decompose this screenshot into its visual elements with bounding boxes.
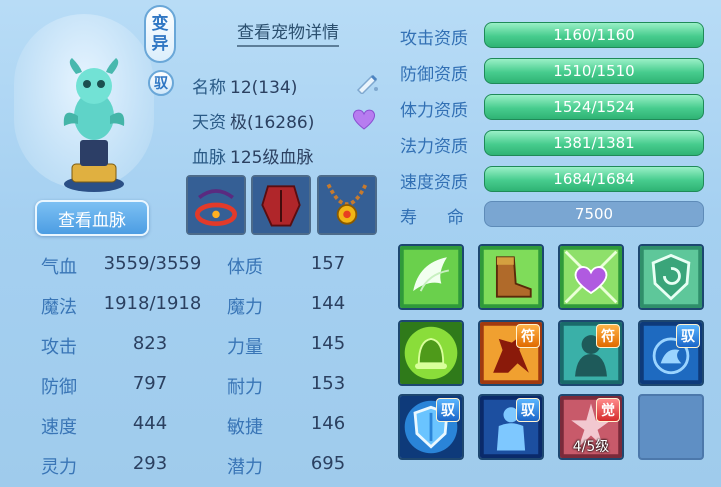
stat-label: 防御 (41, 377, 77, 398)
skill-badge: 驭 (436, 398, 460, 422)
skill-slot[interactable] (398, 320, 464, 386)
skill-slot[interactable]: 符 (478, 320, 544, 386)
skill-slot[interactable]: 驭 (478, 394, 544, 460)
stat-label: 灵力 (41, 457, 77, 478)
aptitude-bar: 1524/1524 (484, 94, 704, 120)
aptitude-bar: 1381/1381 (484, 130, 704, 156)
equip-slot-armor[interactable] (251, 175, 311, 235)
skill-slot[interactable] (478, 244, 544, 310)
empty-skill-slot[interactable] (638, 394, 704, 460)
skill-slot[interactable]: 驭 (638, 320, 704, 386)
bloodline-value: 125级血脉 (230, 148, 314, 168)
stat-value: 146 (310, 413, 346, 434)
necklace-icon (319, 177, 375, 233)
skill-badge: 驭 (676, 324, 700, 348)
bloodline-label: 血脉 (192, 148, 226, 168)
aptitude-label: 法力资质 (400, 137, 468, 157)
heart-icon (560, 246, 622, 308)
boot-icon (480, 246, 542, 308)
tame-tag: 驭 (148, 70, 174, 96)
equip-slot-necklace[interactable] (317, 175, 377, 235)
stat-value: 293 (132, 453, 168, 474)
stat-label: 速度 (41, 417, 77, 438)
heart-icon[interactable] (351, 107, 377, 131)
life-label-char: 命 (447, 208, 464, 228)
talent-row: 天资 极(16286) (192, 108, 314, 133)
stat-value: 823 (132, 333, 168, 354)
bloodline-row: 血脉 125级血脉 (192, 143, 313, 168)
skill-level: 4/5级 (572, 439, 610, 455)
stat-label: 魔力 (227, 297, 263, 318)
stat-label: 敏捷 (227, 417, 263, 438)
collar-icon (188, 177, 244, 233)
stat-value: 153 (310, 373, 346, 394)
skill-slot[interactable] (398, 244, 464, 310)
stat-label: 气血 (41, 257, 77, 278)
name-label: 名称 (192, 78, 226, 98)
view-pet-details-link[interactable]: 查看宠物详情 (237, 18, 339, 47)
wings-icon (400, 246, 462, 308)
pet-panel: 变 异 驭 查看血脉 查看宠物详情 名称 12(134) 天资 极(16286) 血… (0, 0, 721, 487)
aptitude-bar: 1160/1160 (484, 22, 704, 48)
skill-slot[interactable] (558, 244, 624, 310)
stat-value: 144 (310, 293, 346, 314)
aptitude-label: 攻击资质 (400, 29, 468, 49)
skill-badge: 觉 (596, 398, 620, 422)
skill-badge: 符 (596, 324, 620, 348)
variant-tag: 变 异 (144, 5, 176, 63)
skill-slot[interactable] (638, 244, 704, 310)
view-bloodline-button[interactable]: 查看血脉 (35, 200, 149, 236)
skill-slot[interactable]: 符 (558, 320, 624, 386)
pet-figure-icon (63, 58, 125, 192)
stat-value: 157 (310, 253, 346, 274)
name-row: 名称 12(134) (192, 73, 297, 98)
skill-badge: 驭 (516, 398, 540, 422)
aptitude-bar: 1510/1510 (484, 58, 704, 84)
stat-value: 1918/1918 (103, 293, 202, 314)
talent-value: 极(16286) (230, 113, 315, 133)
stat-value: 444 (132, 413, 168, 434)
aptitude-label: 体力资质 (400, 101, 468, 121)
aptitude-bar: 1684/1684 (484, 166, 704, 192)
stat-label: 潜力 (227, 457, 263, 478)
equip-slot-collar[interactable] (186, 175, 246, 235)
variant-tag-char: 变 (151, 14, 169, 34)
pet-portrait (14, 14, 154, 192)
stat-value: 145 (310, 333, 346, 354)
stat-label: 体质 (227, 257, 263, 278)
variant-tag-char: 异 (151, 34, 169, 54)
skill-slot[interactable]: 觉 4/5级 (558, 394, 624, 460)
life-label: 寿命 (400, 203, 464, 228)
stat-label: 魔法 (41, 297, 77, 318)
life-label-char: 寿 (400, 208, 417, 228)
aptitude-label: 速度资质 (400, 173, 468, 193)
stat-value: 695 (310, 453, 346, 474)
stat-value: 3559/3559 (103, 253, 202, 274)
bell-icon (400, 322, 462, 384)
stat-value: 797 (132, 373, 168, 394)
skill-badge: 符 (516, 324, 540, 348)
stat-label: 耐力 (227, 377, 263, 398)
armor-icon (253, 177, 309, 233)
skill-slot[interactable]: 驭 (398, 394, 464, 460)
talent-label: 天资 (192, 113, 226, 133)
rename-pen-icon[interactable] (354, 72, 380, 94)
stat-label: 力量 (227, 337, 263, 358)
stat-label: 攻击 (41, 337, 77, 358)
shield-heal-icon (640, 246, 702, 308)
name-value: 12(134) (230, 78, 298, 98)
aptitude-label: 防御资质 (400, 65, 468, 85)
life-bar: 7500 (484, 201, 704, 227)
